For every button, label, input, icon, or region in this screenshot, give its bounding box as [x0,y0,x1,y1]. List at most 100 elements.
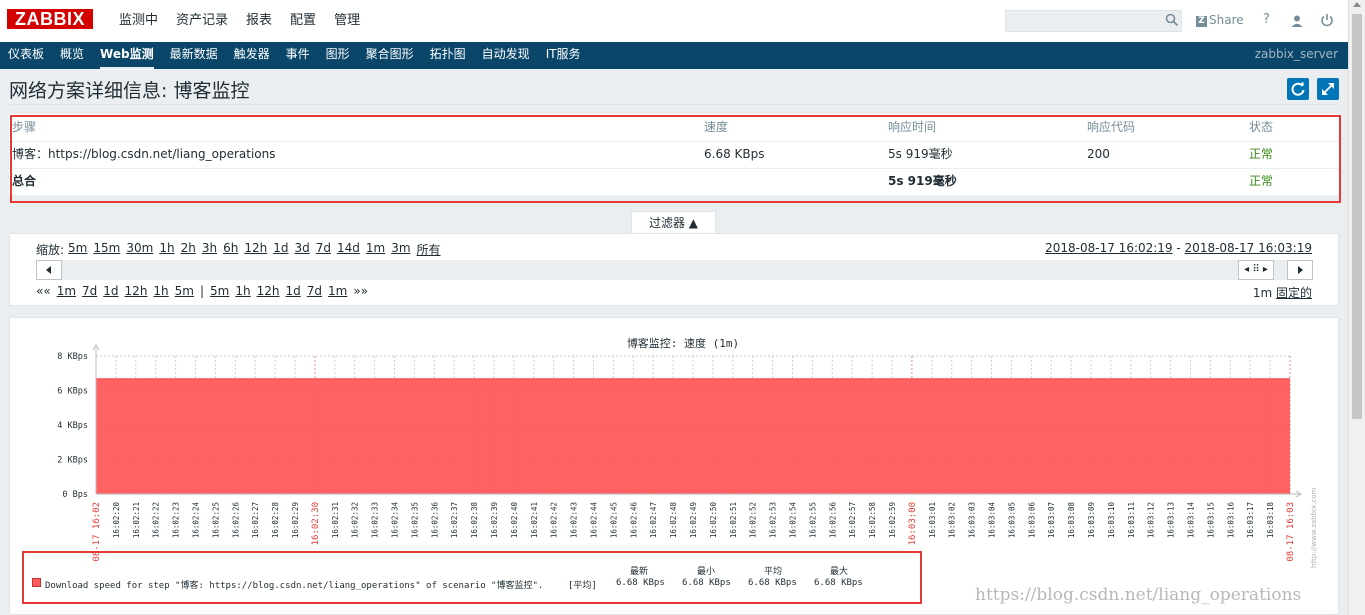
filter-toggle-tab[interactable]: 过滤器 ▲ [631,211,716,233]
back-period[interactable]: 1d [103,284,118,298]
highlight-box-table [10,115,1341,203]
forward-period[interactable]: 1h [235,284,250,298]
back-period[interactable]: 1h [153,284,168,298]
x-tick-label: 16:03:03 [968,502,977,538]
x-tick-label: 16:02:35 [410,502,419,538]
x-tick-label: 16:02:25 [211,502,220,538]
search-input[interactable] [1005,10,1182,32]
x-tick-label: 16:02:40 [510,502,519,539]
x-tick-label: 16:02:26 [231,502,240,539]
sub-menu-events[interactable]: 事件 [278,42,318,69]
back-period[interactable]: 5m [175,284,194,298]
x-tick-label: 16:02:55 [808,502,817,538]
x-tick-label: 16:03:01 [928,502,937,538]
timeline-scrollbar[interactable] [36,260,1313,280]
zoom-option[interactable]: 1h [159,241,174,258]
x-tick-label: 16:02:49 [689,502,698,538]
date-from-link[interactable]: 2018-08-17 16:02:19 [1045,241,1172,255]
share-link[interactable]: Z Share [1196,12,1244,27]
zoom-option[interactable]: 3h [202,241,217,258]
sub-menu-dashboard[interactable]: 仪表板 [0,42,52,69]
date-separator: - [1172,241,1185,255]
forward-period[interactable]: 12h [257,284,280,298]
refresh-icon [1291,81,1305,96]
zoom-option[interactable]: 2h [181,241,196,258]
title-divider [9,104,1339,105]
zoom-option[interactable]: 14d [337,241,360,258]
x-tick-label: 16:02:32 [351,502,360,538]
zoom-option[interactable]: 3m [391,241,410,258]
fullscreen-button[interactable] [1317,78,1339,100]
zabbix-logo[interactable]: ZABBIX [7,9,93,29]
forward-period[interactable]: 1m [328,284,347,298]
x-tick-label: 16:03:11 [1127,502,1136,538]
sub-menu-latest-data[interactable]: 最新数据 [162,42,226,69]
x-tick-label: 16:02:50 [709,502,718,539]
scrollbar-thumb[interactable] [1352,14,1362,419]
timeline-handle[interactable]: ◂ ⠿ ▸ [1238,260,1274,280]
top-menu-monitoring[interactable]: 监测中 [110,0,167,42]
sub-menu-discovery[interactable]: 自动发现 [474,42,538,69]
server-name: zabbix_server [1254,47,1338,61]
x-tick-label: 16:02:37 [450,502,459,538]
top-menu: 监测中 资产记录 报表 配置 管理 [110,0,369,42]
sub-menu-triggers[interactable]: 触发器 [226,42,278,69]
zoom-option[interactable]: 1m [366,241,385,258]
forward-period[interactable]: 7d [307,284,322,298]
timeline-forward-button[interactable] [1287,260,1313,280]
date-to-link[interactable]: 2018-08-17 16:03:19 [1185,241,1312,255]
back-label: «« [36,284,51,298]
scroll-up-arrow[interactable] [1353,2,1361,7]
x-tick-label: 16:02:20 [112,502,121,539]
sub-menu-maps[interactable]: 拓扑图 [422,42,474,69]
x-tick-label: 16:03:14 [1187,502,1196,539]
user-profile-icon[interactable] [1290,14,1304,28]
sub-menu-web[interactable]: Web监测 [92,42,162,70]
help-link[interactable]: ? [1263,12,1270,27]
zoom-option[interactable]: 5m [68,241,87,258]
zoom-option[interactable]: 所有 [417,241,441,258]
x-tick-label: 16:02:57 [848,502,857,538]
refresh-button[interactable] [1287,78,1309,100]
search-icon[interactable] [1165,13,1179,27]
zoom-option[interactable]: 6h [223,241,238,258]
x-tick-label: 16:03:06 [1027,502,1036,539]
x-tick-label: 16:03:02 [948,502,957,538]
zoom-option[interactable]: 3d [294,241,309,258]
forward-period[interactable]: 1d [286,284,301,298]
x-tick-label: 16:02:43 [570,502,579,538]
back-period[interactable]: 7d [82,284,97,298]
sub-menu-bar: 仪表板 概览 Web监测 最新数据 触发器 事件 图形 聚合图形 拓扑图 自动发… [0,42,1348,70]
sub-menu-graphs[interactable]: 图形 [318,42,358,69]
zoom-option[interactable]: 30m [126,241,153,258]
period-fixed: 1m 固定的 [1253,284,1312,301]
top-menu-inventory[interactable]: 资产记录 [167,0,237,42]
top-menu-administration[interactable]: 管理 [325,0,369,42]
fixed-toggle-link[interactable]: 固定的 [1276,286,1312,300]
y-tick-label: 8 KBps [57,352,88,362]
y-tick-label: 4 KBps [57,421,88,431]
back-period[interactable]: 12h [125,284,148,298]
x-tick-label: 16:02:47 [649,502,658,538]
timeline-back-button[interactable] [36,260,62,280]
zoom-option[interactable]: 7d [316,241,331,258]
sub-menu-it-services[interactable]: IT服务 [538,42,589,69]
sub-menu-overview[interactable]: 概览 [52,42,92,69]
forward-period[interactable]: 5m [210,284,229,298]
top-menu-reports[interactable]: 报表 [237,0,281,42]
x-tick-label: 16:02:59 [888,502,897,538]
zoom-option[interactable]: 1d [273,241,288,258]
sub-menu-screens[interactable]: 聚合图形 [358,42,422,69]
sign-out-icon[interactable] [1320,13,1334,27]
zoom-label: 缩放: [36,243,65,257]
x-tick-label: 16:02:46 [629,502,638,539]
page-scrollbar[interactable] [1348,0,1365,615]
x-tick-label: 16:02:58 [868,502,877,539]
zoom-option[interactable]: 15m [93,241,120,258]
watermark-text: https://blog.csdn.net/liang_operations [975,585,1302,605]
zoom-option[interactable]: 12h [244,241,267,258]
back-period[interactable]: 1m [57,284,76,298]
top-menu-configuration[interactable]: 配置 [281,0,325,42]
x-tick-label: 16:02:45 [609,502,618,538]
x-tick-label: 16:02:38 [470,502,479,539]
